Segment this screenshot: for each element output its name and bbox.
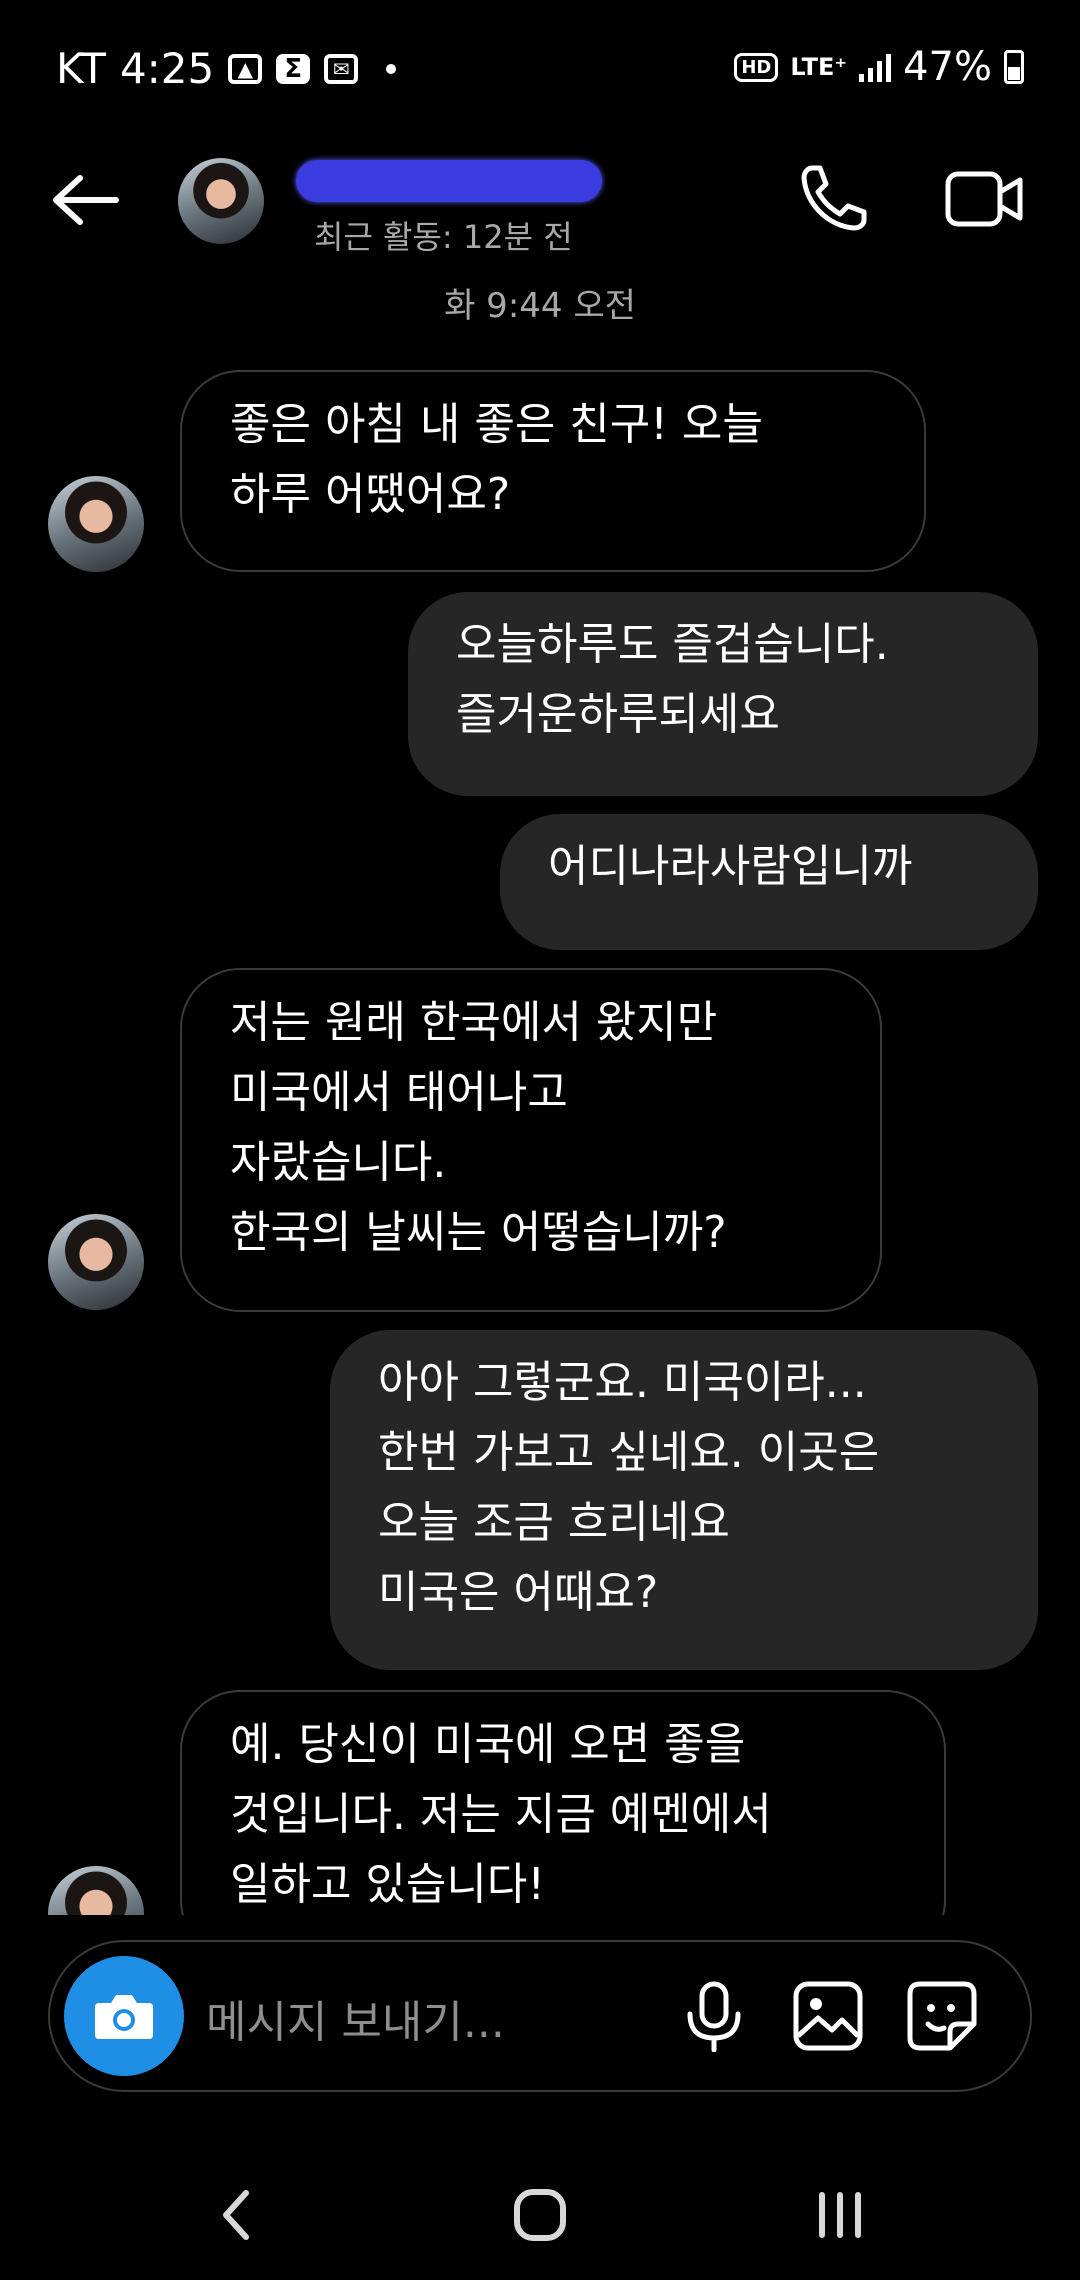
message-timestamp: 화 9:44 오전 xyxy=(444,286,636,326)
home-icon xyxy=(514,2189,566,2241)
system-navigation-bar xyxy=(0,2150,1080,2280)
message-input[interactable]: 메시지 보내기... xyxy=(206,1986,505,2050)
nav-back-button[interactable] xyxy=(196,2180,276,2250)
chevron-left-icon xyxy=(223,2190,249,2240)
image-icon[interactable] xyxy=(792,1980,864,2052)
recents-icon xyxy=(819,2192,861,2238)
message-composer: 메시지 보내기... xyxy=(48,1940,1032,2092)
incoming-message[interactable]: 저는 원래 한국에서 왔지만 미국에서 태어나고 자랐습니다. 한국의 날씨는 … xyxy=(180,968,882,1312)
camera-button[interactable] xyxy=(64,1956,184,2076)
sender-avatar xyxy=(48,476,144,572)
microphone-icon[interactable] xyxy=(678,1980,750,2052)
incoming-message[interactable]: 예. 당신이 미국에 오면 좋을 것입니다. 저는 지금 예멘에서 일하고 있습… xyxy=(180,1690,946,1915)
incoming-message[interactable]: 좋은 아침 내 좋은 친구! 오늘 하루 어땠어요? xyxy=(180,370,926,572)
nav-home-button[interactable] xyxy=(500,2180,580,2250)
nav-recents-button[interactable] xyxy=(800,2180,880,2250)
camera-icon xyxy=(95,1995,153,2039)
outgoing-message[interactable]: 어디나라사람입니까 xyxy=(500,814,1038,950)
outgoing-message[interactable]: 오늘하루도 즐겁습니다. 즐거운하루되세요 xyxy=(408,592,1038,796)
sender-avatar xyxy=(48,1214,144,1310)
outgoing-message[interactable]: 아아 그렇군요. 미국이라... 한번 가보고 싶네요. 이곳은 오늘 조금 흐… xyxy=(330,1330,1038,1670)
sender-avatar xyxy=(48,1866,144,1915)
message-list[interactable]: 화 9:44 오전 좋은 아침 내 좋은 친구! 오늘 하루 어땠어요? 오늘하… xyxy=(0,0,1080,1915)
sticker-icon[interactable] xyxy=(906,1980,978,2052)
